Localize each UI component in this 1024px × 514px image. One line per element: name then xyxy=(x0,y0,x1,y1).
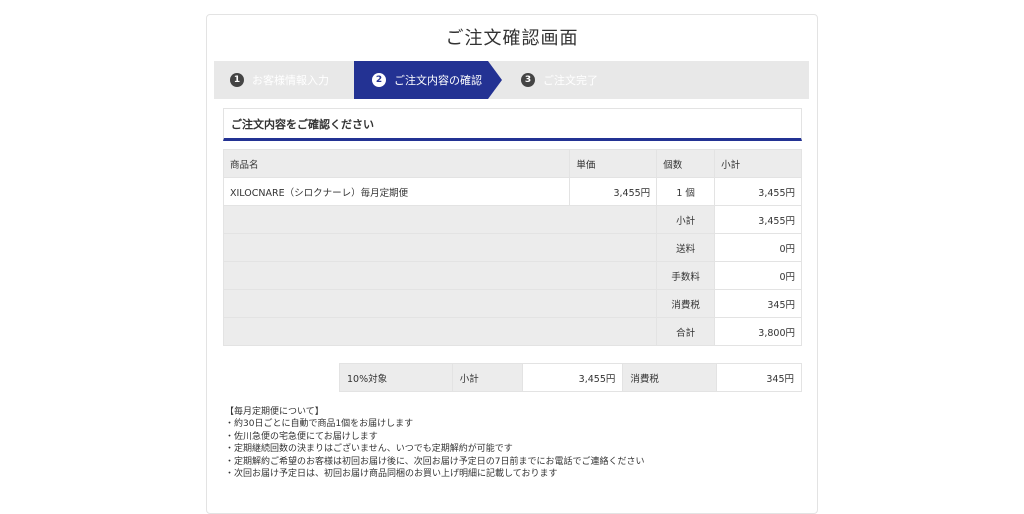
step-order-confirm: 2 ご注文内容の確認 xyxy=(372,61,482,99)
subscription-notes: 【毎月定期便について】 ・約30日ごとに自動で商品1個をお届けします ・佐川急便… xyxy=(225,406,644,480)
checkout-steps: 1 お客様情報入力 2 ご注文内容の確認 3 ご注文完了 xyxy=(214,61,809,99)
quantity: 1 個 xyxy=(656,177,716,206)
summary-label: 小計 xyxy=(656,205,716,234)
active-step-arrow xyxy=(488,61,502,99)
note-line: ・約30日ごとに自動で商品1個をお届けします xyxy=(225,419,414,430)
note-line: ・定期継続回数の決まりはございません、いつでも定期解約が可能です xyxy=(225,444,513,455)
step-label: ご注文完了 xyxy=(543,74,598,87)
note-line: ・次回お届け予定日は、初回お届け商品同梱のお買い上げ明細に記載しております xyxy=(225,469,558,480)
item-subtotal: 3,455円 xyxy=(714,177,802,206)
note-line: ・定期解約ご希望のお客様は初回お届け後に、次回お届け予定日の7日前までにお電話で… xyxy=(225,456,645,467)
step-label: お客様情報入力 xyxy=(252,74,329,87)
step-label: ご注文内容の確認 xyxy=(394,74,482,87)
page-title: ご注文確認画面 xyxy=(445,28,579,49)
summary-label: 合計 xyxy=(656,317,716,346)
summary-value: 0円 xyxy=(714,261,802,290)
col-header-subtotal: 小計 xyxy=(714,149,802,178)
step-number-badge: 1 xyxy=(230,73,244,87)
summary-row-subtotal: 小計 3,455円 xyxy=(222,205,802,234)
section-heading: ご注文内容をご確認ください xyxy=(223,108,802,141)
tax-breakdown-table: 10%対象 小計 3,455円 消費税 345円 xyxy=(339,363,802,392)
summary-row-shipping: 送料 0円 xyxy=(222,233,802,262)
tax-value: 345円 xyxy=(716,363,802,392)
step-number-badge: 2 xyxy=(372,73,386,87)
summary-label: 消費税 xyxy=(656,289,716,318)
step-number-badge: 3 xyxy=(521,73,535,87)
summary-row-total: 合計 3,800円 xyxy=(222,317,802,346)
notes-heading: 【毎月定期便について】 xyxy=(225,407,324,417)
order-confirm-card: ご注文確認画面 1 お客様情報入力 2 ご注文内容の確認 3 ご注文完了 ご注文… xyxy=(206,14,818,514)
note-line: ・佐川急便の宅急便にてお届けします xyxy=(225,431,378,442)
summary-label: 手数料 xyxy=(656,261,716,290)
tax-target-label: 10%対象 xyxy=(339,363,453,392)
summary-value: 3,455円 xyxy=(714,205,802,234)
summary-value: 3,800円 xyxy=(714,317,802,346)
summary-row-fee: 手数料 0円 xyxy=(222,261,802,290)
col-header-unit-price: 単価 xyxy=(569,149,658,178)
summary-label: 送料 xyxy=(656,233,716,262)
summary-value: 345円 xyxy=(714,289,802,318)
table-row: 10%対象 小計 3,455円 消費税 345円 xyxy=(339,363,802,392)
tax-subtotal-label: 小計 xyxy=(451,363,523,392)
table-row: XILOCNARE（シロクナーレ）毎月定期便 3,455円 1 個 3,455円 xyxy=(222,177,802,206)
col-header-product: 商品名 xyxy=(222,149,571,178)
tax-subtotal-value: 3,455円 xyxy=(521,363,624,392)
order-table: 商品名 単価 個数 小計 XILOCNARE（シロクナーレ）毎月定期便 3,45… xyxy=(222,149,802,346)
step-customer-info: 1 お客様情報入力 xyxy=(230,61,329,99)
col-header-quantity: 個数 xyxy=(656,149,716,178)
summary-value: 0円 xyxy=(714,233,802,262)
summary-row-tax: 消費税 345円 xyxy=(222,289,802,318)
tax-label: 消費税 xyxy=(622,363,718,392)
unit-price: 3,455円 xyxy=(569,177,658,206)
order-table-header: 商品名 単価 個数 小計 xyxy=(222,149,802,178)
step-order-complete: 3 ご注文完了 xyxy=(521,61,598,99)
product-name: XILOCNARE（シロクナーレ）毎月定期便 xyxy=(222,177,571,206)
